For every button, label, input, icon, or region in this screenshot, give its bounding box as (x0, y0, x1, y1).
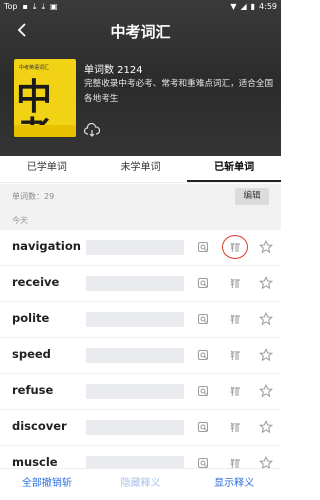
cover-band (14, 125, 76, 137)
undo-all-button[interactable]: 全部撤销斩 (0, 469, 94, 500)
hide-meaning-button[interactable]: 隐藏释义 (94, 469, 188, 500)
word-text: speed (12, 347, 51, 361)
chop-icon[interactable] (225, 345, 245, 365)
time: 4:59 (259, 2, 277, 11)
word-text: navigation (12, 239, 81, 253)
meaning-hidden-bar[interactable] (86, 420, 184, 435)
star-icon[interactable] (256, 381, 276, 401)
highlight-circle (222, 235, 248, 259)
edit-button[interactable]: 编辑 (235, 188, 269, 205)
chop-icon[interactable] (225, 381, 245, 401)
word-count-text: 单词数：29 (12, 192, 55, 201)
carrier-text: Top (4, 2, 18, 11)
chop-icon[interactable] (225, 309, 245, 329)
meaning-hidden-bar[interactable] (86, 276, 184, 291)
star-icon[interactable] (256, 309, 276, 329)
chop-icon[interactable] (225, 273, 245, 293)
book-cover: 中考英语词汇 中考 (14, 59, 76, 137)
count-row: 单词数：29 编辑 (0, 184, 281, 210)
lookup-icon[interactable] (193, 273, 213, 293)
cover-small-text: 中考英语词汇 (19, 65, 50, 71)
header: Top ▪ ⤓ ⤓ ▣ ▼ ◢ ▮ 4:59 中考词汇 中考英语词汇 中考 单词… (0, 0, 281, 156)
tab-mastered[interactable]: 已斩单词 (187, 156, 282, 182)
tab-bar: 已学单词 未学单词 已斩单词 (0, 156, 282, 183)
page-title: 中考词汇 (110, 23, 171, 41)
sim-icon: ▪ (22, 2, 28, 11)
lookup-icon[interactable] (193, 345, 213, 365)
word-text: polite (12, 311, 50, 325)
word-row[interactable]: receive (0, 266, 281, 302)
word-row[interactable]: speed (0, 338, 281, 374)
star-icon[interactable] (256, 273, 276, 293)
image-icon: ▣ (50, 2, 58, 11)
star-icon[interactable] (256, 417, 276, 437)
chop-icon[interactable] (225, 417, 245, 437)
status-bar: Top ▪ ⤓ ⤓ ▣ ▼ ◢ ▮ 4:59 (0, 0, 281, 16)
download-icon: ⤓ (32, 2, 37, 11)
word-text: muscle (12, 455, 58, 469)
meaning-hidden-bar[interactable] (86, 348, 184, 363)
meaning-hidden-bar[interactable] (86, 240, 184, 255)
section-label: 今天 (12, 216, 28, 225)
wifi-icon: ▼ (230, 2, 237, 11)
word-list: navigation receive polite speed refuse discov… (0, 230, 281, 482)
book-description: 完整收录中考必考、常考和重难点词汇，适合全国各地考生 (84, 79, 274, 104)
signal-icon: ◢ (240, 2, 247, 11)
lookup-icon[interactable] (193, 237, 213, 257)
word-row[interactable]: refuse (0, 374, 281, 410)
lookup-icon[interactable] (193, 381, 213, 401)
word-row[interactable]: polite (0, 302, 281, 338)
lookup-icon[interactable] (193, 417, 213, 437)
word-row[interactable]: navigation (0, 230, 281, 266)
meaning-hidden-bar[interactable] (86, 384, 184, 399)
tab-learned[interactable]: 已学单词 (0, 156, 94, 182)
battery-icon: ▮ (250, 2, 256, 11)
cloud-download-icon[interactable] (83, 122, 101, 137)
word-text: receive (12, 275, 60, 289)
word-count-label: 单词数 2124 (84, 65, 143, 76)
word-text: refuse (12, 383, 54, 397)
bottom-bar: 全部撤销斩 隐藏释义 显示释义 (0, 468, 281, 500)
word-text: discover (12, 419, 67, 433)
show-meaning-button[interactable]: 显示释义 (187, 469, 281, 500)
word-row[interactable]: discover (0, 410, 281, 446)
tab-unlearned[interactable]: 未学单词 (94, 156, 188, 182)
meaning-hidden-bar[interactable] (86, 312, 184, 327)
download-icon: ⤓ (41, 2, 46, 11)
star-icon[interactable] (256, 237, 276, 257)
lookup-icon[interactable] (193, 309, 213, 329)
star-icon[interactable] (256, 345, 276, 365)
section-header: 今天 (0, 210, 281, 230)
